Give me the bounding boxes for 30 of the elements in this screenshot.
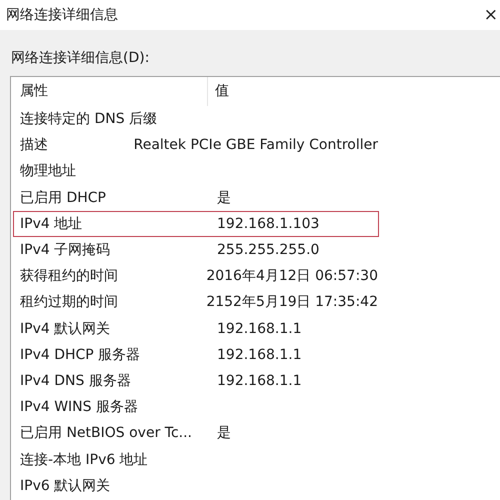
property-cell-text: IPv4 DNS 服务器	[19, 372, 132, 390]
value-cell-text: 255.255.255.0	[216, 242, 320, 258]
property-cell-text: IPv4 WINS 服务器	[19, 398, 139, 416]
value-cell-text: 192.168.1.1	[216, 320, 302, 337]
property-cell-text: IPv4 默认网关	[19, 320, 112, 338]
property-cell-text: 描述	[19, 136, 49, 154]
property-cell-text: 物理地址	[19, 162, 77, 180]
property-cell-text: 连接-本地 IPv6 地址	[19, 450, 149, 469]
value-cell-text: 192.168.1.1	[216, 372, 302, 389]
value-cell-text: 2152年5月19日 17:35:42	[205, 293, 378, 312]
value-cell-text: 是	[216, 424, 231, 442]
property-cell-text: IPv4 子网掩码	[19, 241, 112, 260]
list-label: 网络连接详细信息(D):	[11, 49, 150, 68]
property-cell-text: 已启用 DHCP	[19, 188, 107, 207]
property-cell-text: 已启用 NetBIOS over Tc...	[19, 424, 194, 442]
property-cell-text: 租约过期的时间	[19, 293, 119, 312]
close-button[interactable]: ×	[482, 5, 500, 25]
property-cell-text: 获得租约的时间	[19, 267, 119, 286]
property-cell-text: IPv4 地址	[19, 214, 84, 233]
value-cell-text: 是	[216, 188, 231, 207]
value-cell-text: 192.168.1.103	[216, 216, 320, 232]
property-cell-text: 连接特定的 DNS 后缀	[19, 110, 158, 128]
value-cell-text: 2016年4月12日 06:57:30	[205, 267, 378, 286]
column-header[interactable]: 属性	[11, 77, 208, 106]
value-cell-text: 192.168.1.1	[216, 346, 302, 363]
property-cell-text: IPv4 DHCP 服务器	[19, 346, 142, 364]
value-cell-text: Realtek PCIe GBE Family Controller	[132, 137, 378, 154]
column-header[interactable]: 值	[208, 77, 229, 106]
property-cell-text: IPv6 默认网关	[19, 476, 112, 495]
window-title: 网络连接详细信息	[6, 6, 118, 24]
